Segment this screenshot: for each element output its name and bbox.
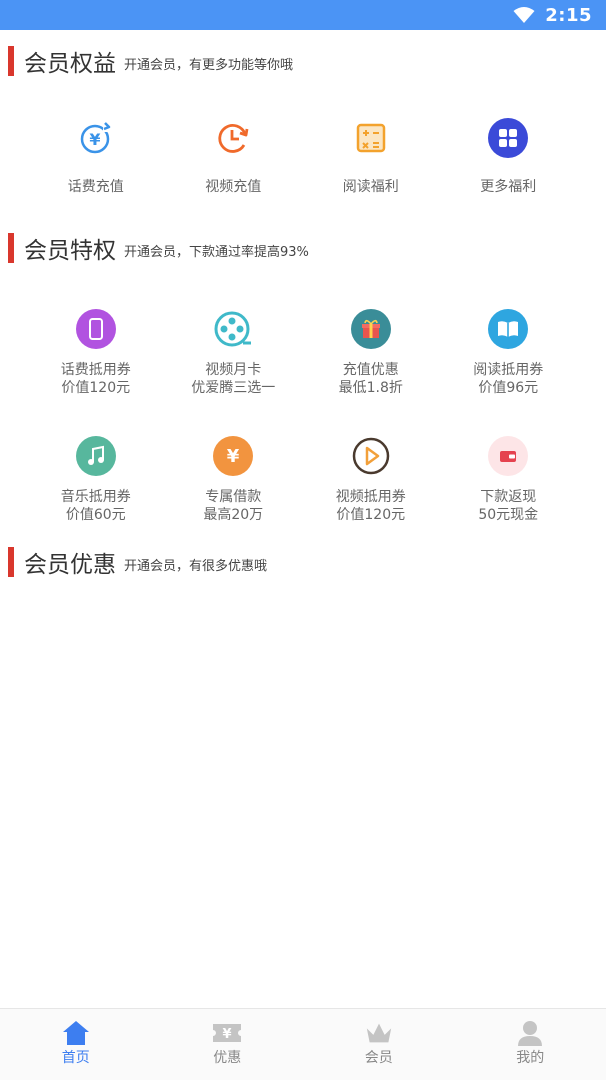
section-accent-bar (8, 547, 14, 577)
benefit-video-recharge[interactable]: 视频充值 (165, 118, 303, 196)
privilege-title: 话费抵用券 (60, 362, 131, 378)
gift-icon (350, 309, 391, 349)
privilege-title: 专属借款 (205, 489, 262, 505)
section-title: 会员优惠 (24, 552, 116, 578)
privilege-music-coupon[interactable]: 音乐抵用券 价值60元 (27, 436, 165, 524)
privilege-title: 音乐抵用券 (60, 489, 131, 505)
privilege-phone-coupon[interactable]: 话费抵用券 价值120元 (27, 309, 165, 397)
music-note-icon (75, 436, 116, 476)
nav-label: 我的 (516, 1050, 545, 1066)
privileges-row-2: 音乐抵用券 价值60元 ¥ 专属借款 最高20万 视频抵用券 价值120元 下款… (27, 436, 606, 524)
privilege-value: 价值96元 (478, 380, 539, 396)
home-icon (61, 1019, 91, 1047)
benefit-more[interactable]: 更多福利 (440, 118, 578, 196)
user-icon (515, 1019, 545, 1047)
benefit-label: 更多福利 (480, 179, 537, 195)
privilege-value: 最低1.8折 (338, 380, 403, 396)
nav-label: 首页 (61, 1050, 90, 1066)
svg-text:¥: ¥ (89, 130, 100, 149)
privilege-video-card[interactable]: 视频月卡 优爱腾三选一 (165, 309, 303, 397)
privilege-title: 下款返现 (480, 489, 537, 505)
privilege-title: 充值优惠 (342, 362, 399, 378)
privilege-video-coupon[interactable]: 视频抵用券 价值120元 (302, 436, 440, 524)
nav-mine[interactable]: 我的 (455, 1009, 606, 1080)
benefit-reading[interactable]: 阅读福利 (302, 118, 440, 196)
crown-icon (364, 1019, 394, 1047)
section-header-discounts: 会员优惠 开通会员，有很多优惠哦 (8, 546, 267, 578)
privilege-value: 50元现金 (478, 507, 539, 523)
section-title: 会员权益 (24, 51, 116, 77)
privilege-value: 价值120元 (336, 507, 406, 523)
section-header-benefits: 会员权益 开通会员，有更多功能等你哦 (8, 45, 293, 77)
film-reel-icon (213, 309, 253, 349)
privilege-value: 优爱腾三选一 (191, 380, 276, 396)
status-bar: 2:15 (0, 0, 606, 30)
section-subtitle: 开通会员，下款通过率提高93% (124, 245, 309, 260)
privilege-title: 视频月卡 (205, 362, 262, 378)
grid-icon (488, 118, 529, 158)
nav-member[interactable]: 会员 (303, 1009, 455, 1080)
nav-label: 优惠 (213, 1050, 242, 1066)
benefits-row: ¥ 话费充值 视频充值 阅读福利 更多福利 (27, 118, 606, 196)
wifi-icon (513, 6, 535, 24)
privilege-value: 价值60元 (65, 507, 126, 523)
section-title: 会员特权 (24, 238, 116, 264)
section-accent-bar (8, 46, 14, 76)
privilege-exclusive-loan[interactable]: ¥ 专属借款 最高20万 (165, 436, 303, 524)
wallet-icon (488, 436, 529, 476)
yen-icon: ¥ (213, 436, 254, 476)
privilege-loan-cashback[interactable]: 下款返现 50元现金 (440, 436, 578, 524)
benefit-label: 视频充值 (205, 179, 262, 195)
benefit-phone-recharge[interactable]: ¥ 话费充值 (27, 118, 165, 196)
status-time: 2:15 (545, 4, 592, 26)
bottom-nav: 首页 ¥ 优惠 会员 我的 (0, 1008, 606, 1080)
section-header-privileges: 会员特权 开通会员，下款通过率提高93% (8, 232, 309, 264)
section-subtitle: 开通会员，有更多功能等你哦 (124, 58, 294, 73)
privilege-value: 价值120元 (61, 380, 131, 396)
phone-icon (75, 309, 116, 349)
yen-refresh-icon: ¥ (76, 118, 116, 158)
section-accent-bar (8, 233, 14, 263)
benefit-label: 阅读福利 (342, 179, 399, 195)
svg-text:¥: ¥ (223, 1027, 232, 1042)
benefit-label: 话费充值 (67, 179, 124, 195)
play-icon (351, 436, 391, 476)
privilege-title: 视频抵用券 (335, 489, 406, 505)
privileges-row-1: 话费抵用券 价值120元 视频月卡 优爱腾三选一 充值优惠 最低1.8折 阅读抵… (27, 309, 606, 397)
privilege-value: 最高20万 (203, 507, 264, 523)
nav-home[interactable]: 首页 (0, 1009, 152, 1080)
section-subtitle: 开通会员，有很多优惠哦 (124, 559, 268, 574)
clock-refresh-icon (213, 118, 253, 158)
privilege-reading-coupon[interactable]: 阅读抵用券 价值96元 (440, 309, 578, 397)
calculator-icon (351, 118, 391, 158)
nav-discounts[interactable]: ¥ 优惠 (152, 1009, 304, 1080)
privilege-title: 阅读抵用券 (473, 362, 544, 378)
nav-label: 会员 (364, 1050, 393, 1066)
svg-text:¥: ¥ (227, 446, 240, 467)
privilege-recharge-discount[interactable]: 充值优惠 最低1.8折 (302, 309, 440, 397)
coupon-icon: ¥ (212, 1019, 242, 1047)
book-icon (488, 309, 529, 349)
